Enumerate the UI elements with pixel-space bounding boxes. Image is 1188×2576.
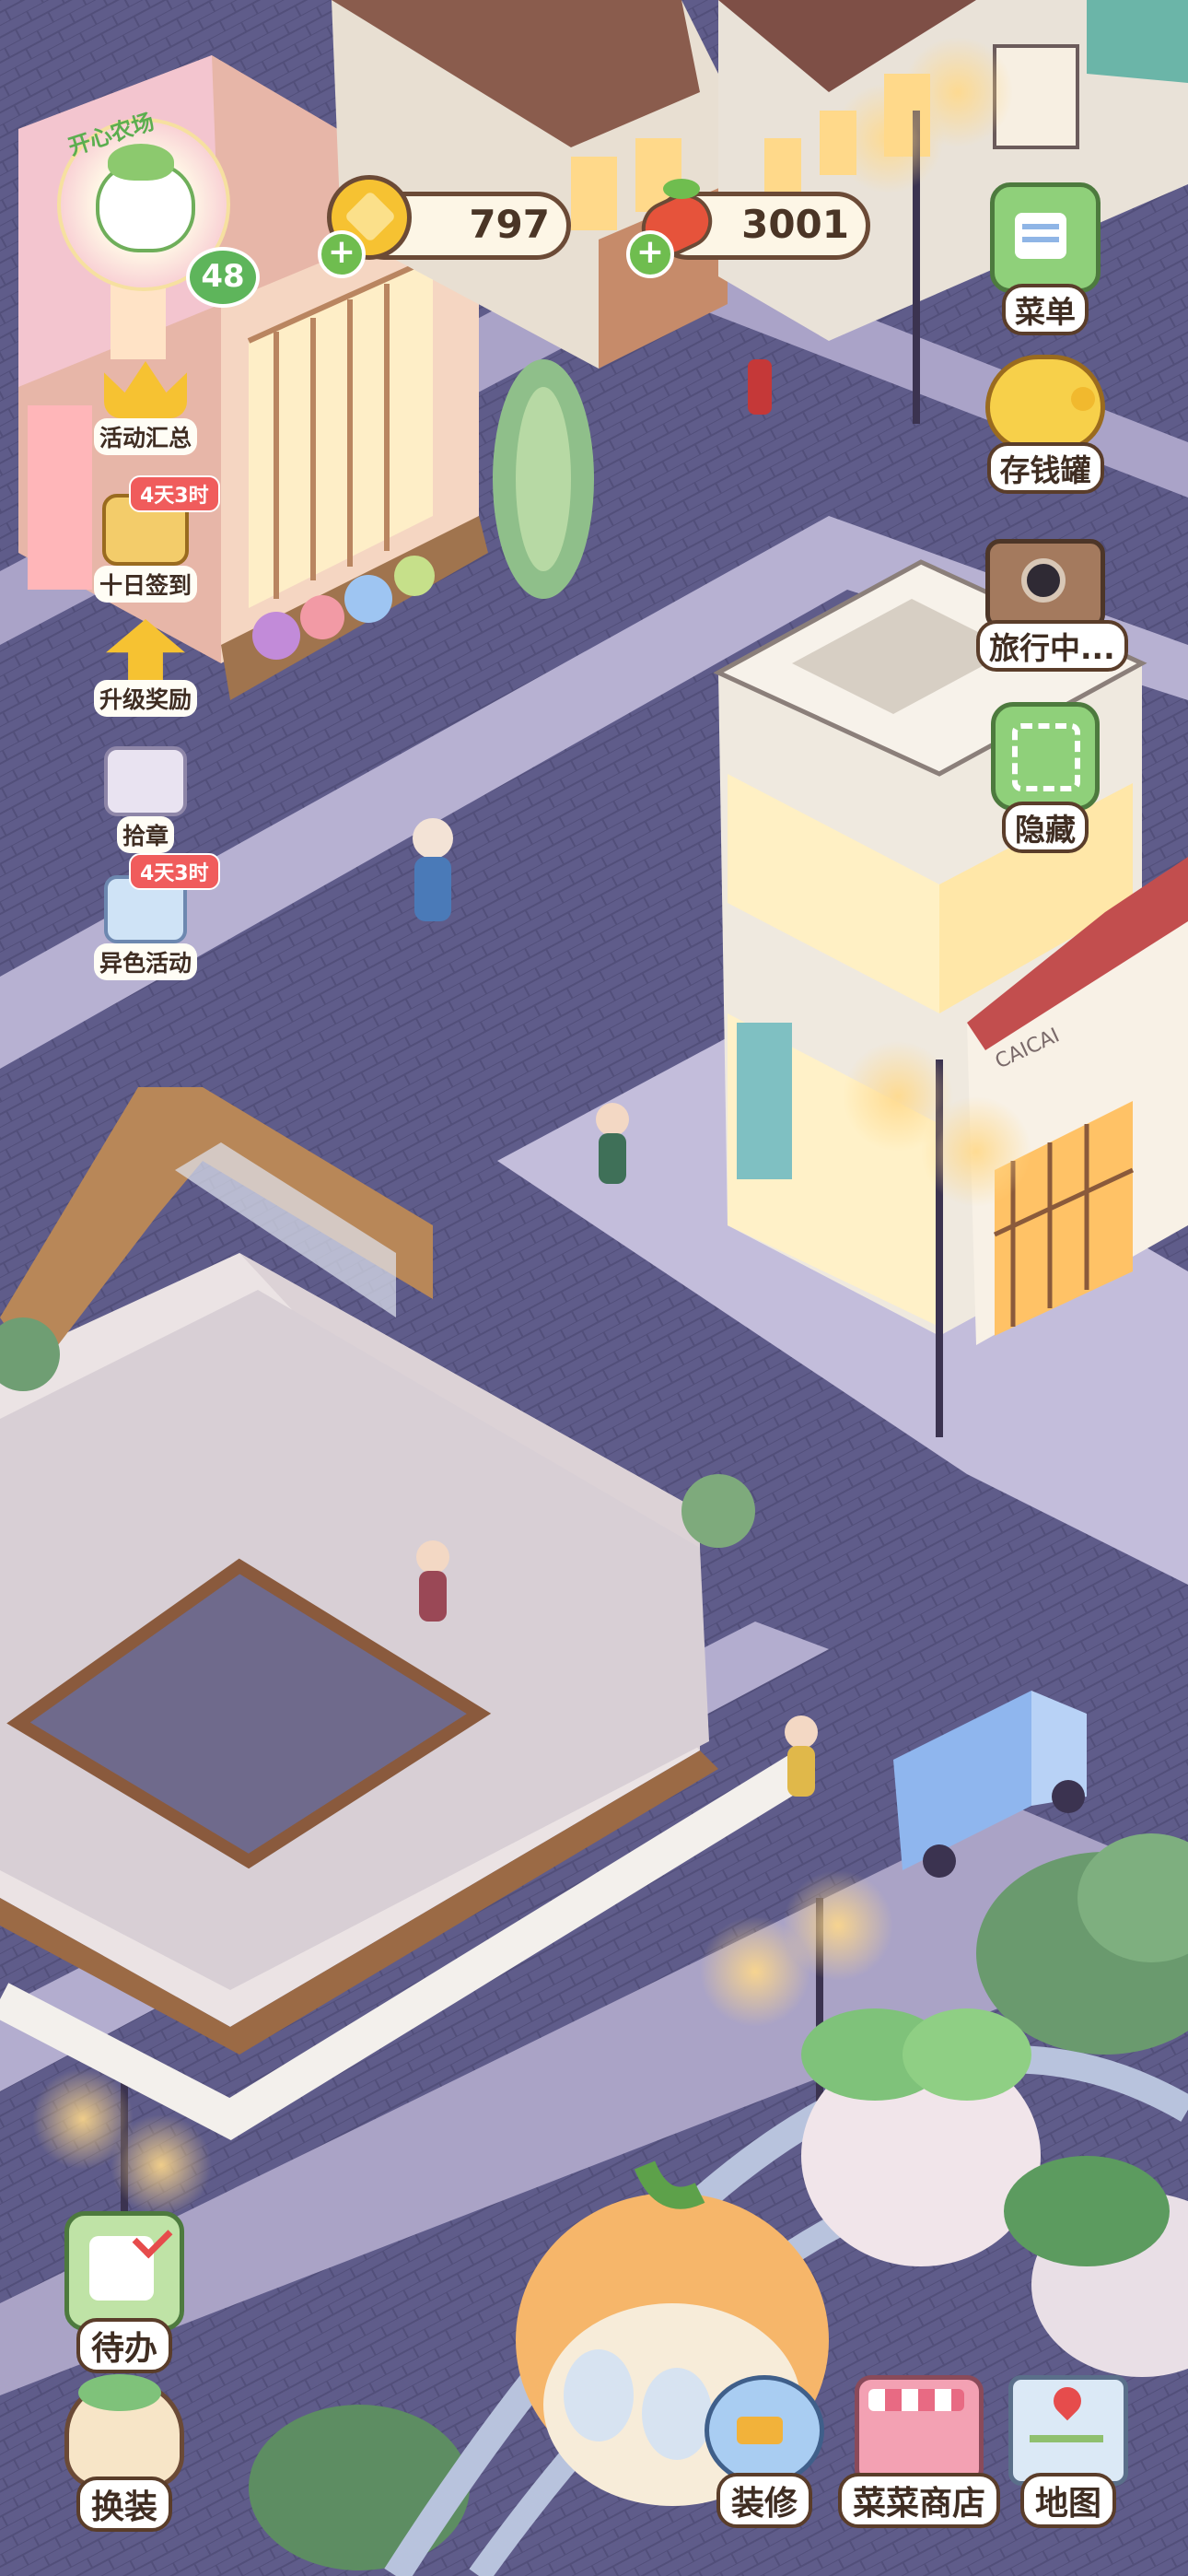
menu-label: 菜单 [1002, 284, 1089, 335]
player-avatar[interactable]: 开心农场 48 [57, 109, 260, 311]
character-walking [413, 818, 453, 921]
stamp-button[interactable]: 拾章 [81, 746, 210, 853]
upgrade-reward-label: 升级奖励 [93, 680, 197, 717]
map-button[interactable]: 地图 [999, 2375, 1137, 2528]
hide-button[interactable]: 隐藏 [976, 702, 1114, 853]
map-label: 地图 [1019, 2473, 1116, 2528]
travel-button[interactable]: 旅行中... [976, 539, 1128, 672]
dressup-icon [64, 2374, 184, 2489]
dressup-button[interactable]: 换装 [51, 2374, 198, 2532]
event-summary-button[interactable]: 活动汇总 [81, 361, 210, 455]
avatar-leaf [108, 144, 174, 181]
fire-hydrant [748, 359, 772, 415]
event-summary-label: 活动汇总 [93, 418, 197, 455]
camera-icon [985, 539, 1105, 629]
shop-building: CAICAI [713, 559, 1188, 1345]
crown-icon [104, 361, 187, 418]
shop-button[interactable]: 菜菜商店 [836, 2375, 1002, 2528]
character-elder [596, 1103, 629, 1184]
piggy-bank-label: 存钱罐 [986, 442, 1104, 494]
decorate-button[interactable]: 装修 [691, 2375, 838, 2528]
upgrade-reward-button[interactable]: 升级奖励 [81, 619, 210, 717]
todo-icon [64, 2211, 184, 2331]
character-delivery [785, 1715, 818, 1797]
menu-button[interactable]: 菜单 [976, 182, 1114, 335]
piggy-bank-button[interactable]: 存钱罐 [976, 355, 1114, 494]
dressup-label: 换装 [76, 2476, 172, 2532]
piggy-bank-icon [985, 355, 1105, 451]
stamp-label: 拾章 [116, 816, 174, 853]
decorate-label: 装修 [716, 2473, 812, 2528]
hide-label: 隐藏 [1002, 802, 1089, 853]
level-badge: 48 [186, 247, 260, 308]
character-girl [416, 1540, 449, 1622]
color-event-label: 异色活动 [93, 943, 197, 980]
add-vegetables-button[interactable]: + [626, 230, 674, 278]
level-number: 48 [201, 258, 245, 295]
upgrade-icon [106, 619, 185, 680]
add-coins-button[interactable]: + [318, 230, 366, 278]
travel-label: 旅行中... [976, 620, 1128, 672]
stamp-icon [104, 746, 187, 816]
shop-icon [855, 2375, 984, 2486]
shop-label: 菜菜商店 [837, 2473, 1000, 2528]
decorate-icon [705, 2375, 824, 2486]
color-event-timer-badge: 4天3时 [129, 853, 220, 890]
menu-icon [990, 182, 1101, 293]
map-icon [1008, 2375, 1128, 2486]
checkin-timer-badge: 4天3时 [129, 475, 220, 512]
hide-icon [991, 702, 1100, 811]
color-event-button[interactable]: 异色活动 [81, 875, 210, 980]
todo-button[interactable]: 待办 [51, 2211, 198, 2373]
checkin-label: 十日签到 [93, 566, 197, 603]
todo-label: 待办 [76, 2318, 172, 2373]
